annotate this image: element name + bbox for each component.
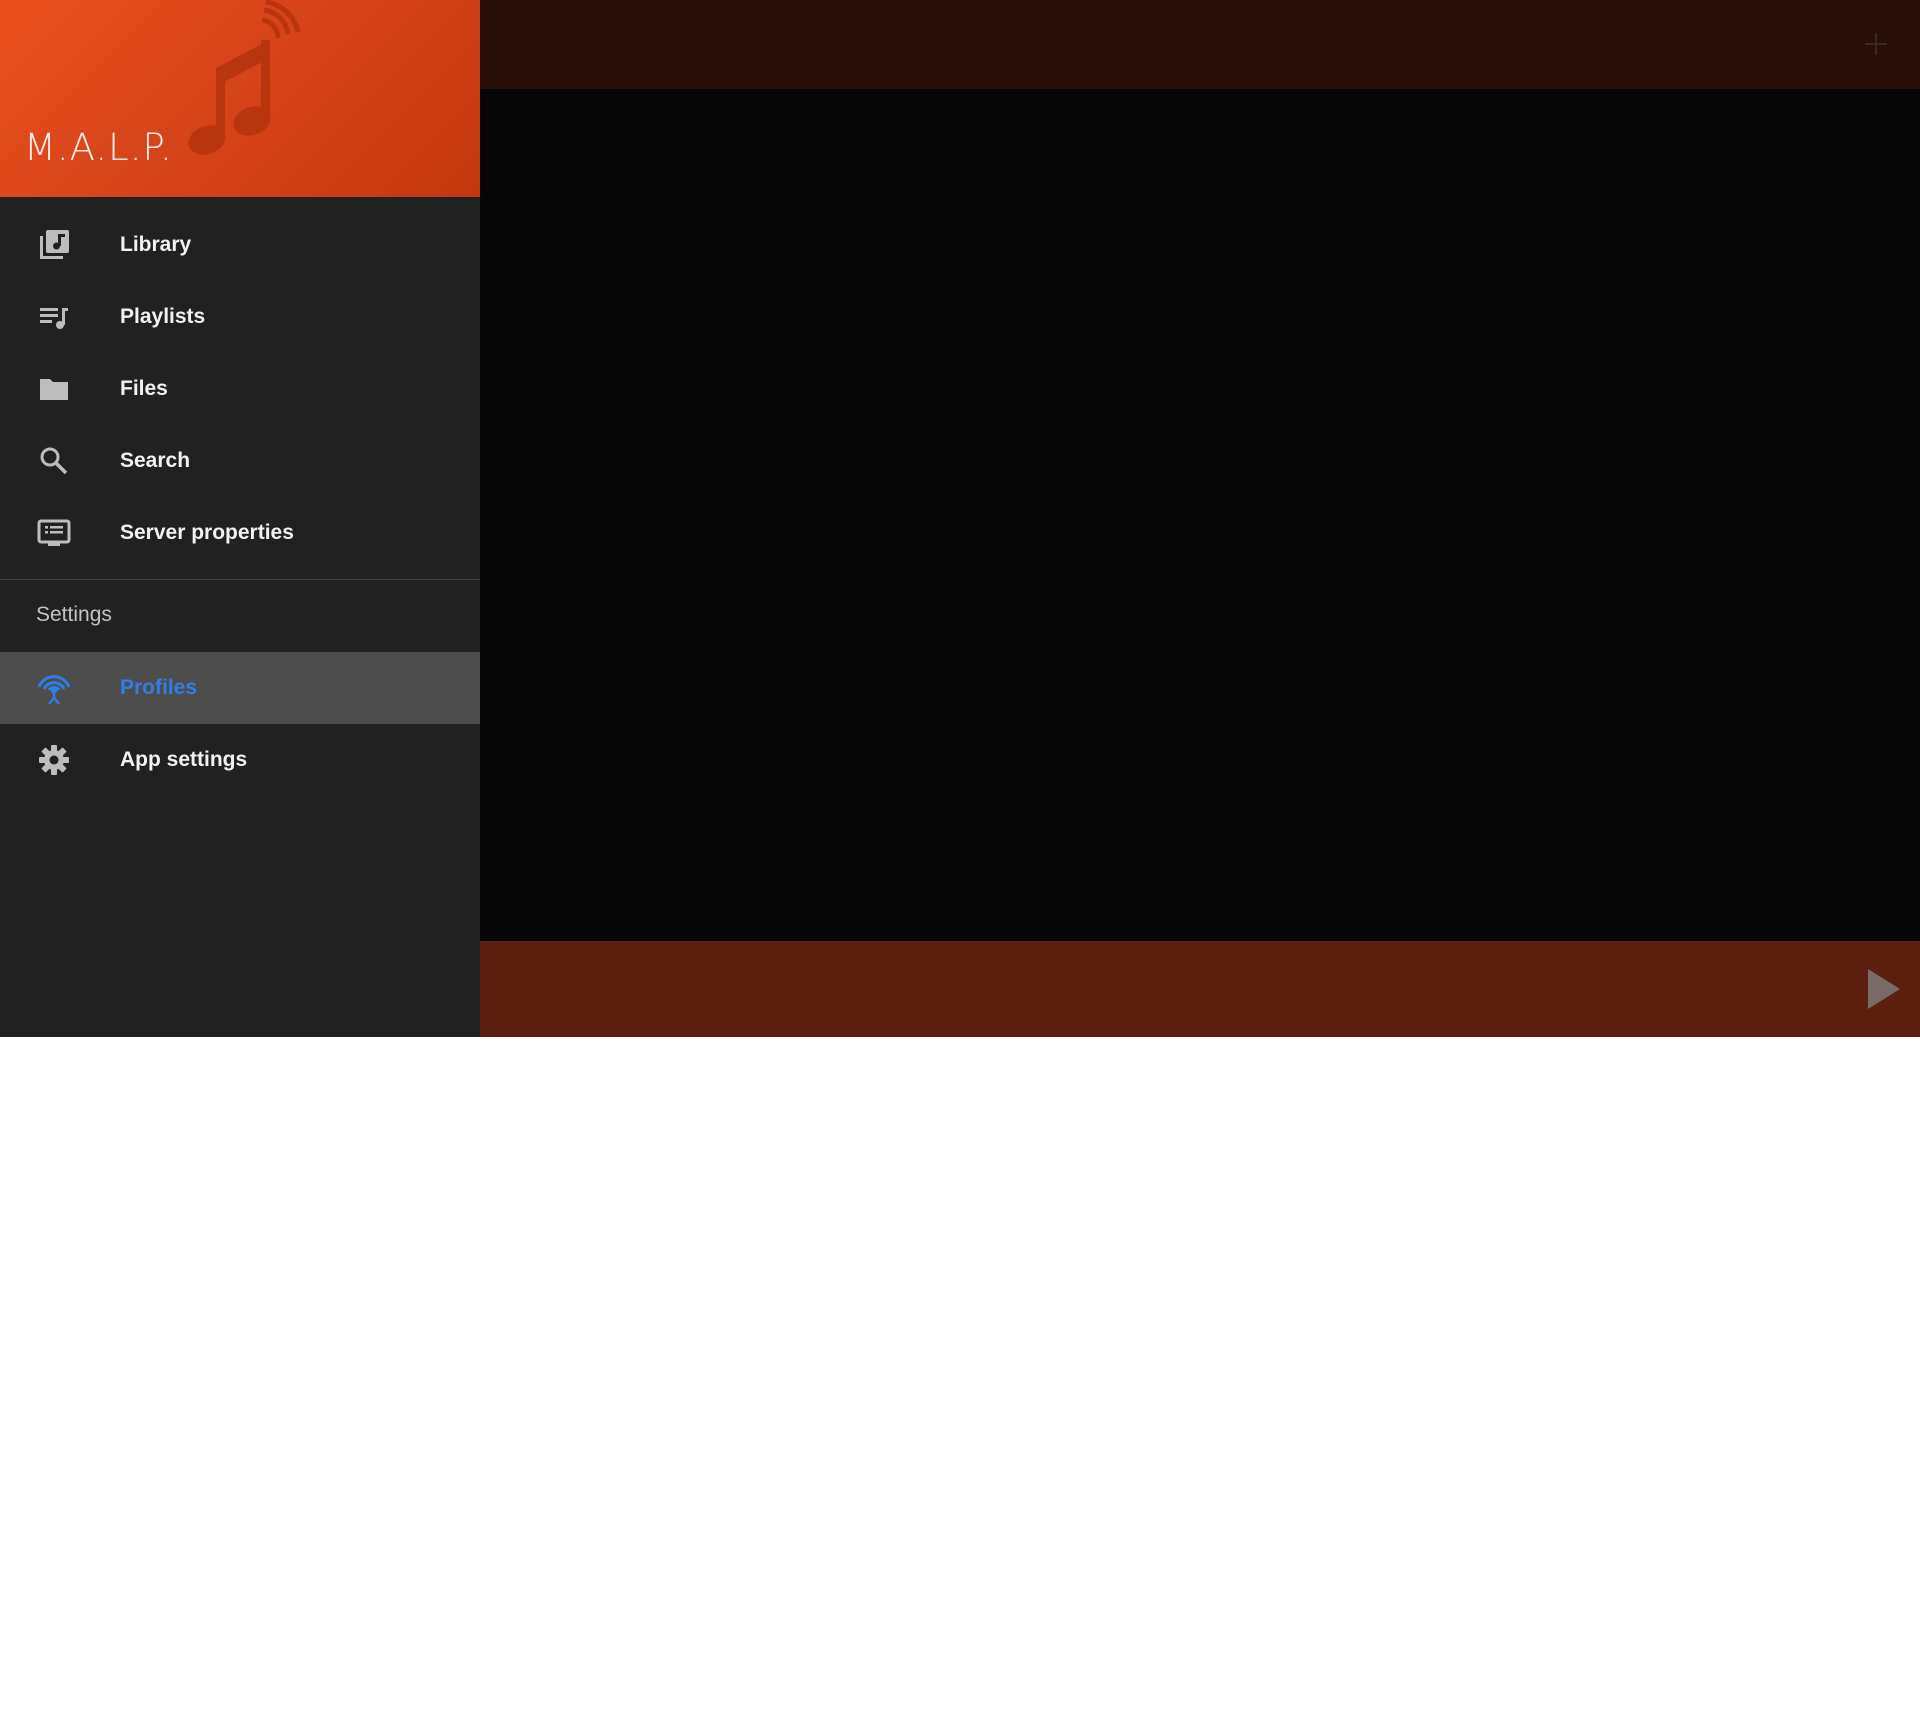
- now-playing-bar[interactable]: [480, 941, 1920, 1037]
- content-area: [480, 89, 1920, 941]
- app-title: M.A.L.P.: [24, 126, 173, 169]
- drawer-header: M.A.L.P.: [0, 0, 480, 197]
- add-icon: [1865, 33, 1887, 55]
- nav-item-profiles[interactable]: Profiles: [0, 652, 480, 724]
- queue-music-icon: [36, 299, 72, 335]
- app-window: M.A.L.P. Library Playlists Files Search …: [0, 0, 1920, 1037]
- play-icon: [1868, 969, 1900, 1009]
- navigation-drawer: M.A.L.P. Library Playlists Files Search …: [0, 0, 480, 1037]
- folder-icon: [36, 371, 72, 407]
- nav-list: Library Playlists Files Search Server pr…: [0, 197, 480, 796]
- settings-header-label: Settings: [36, 603, 112, 626]
- nav-item-files[interactable]: Files: [0, 353, 480, 425]
- nav-item-library[interactable]: Library: [0, 209, 480, 281]
- nav-label-playlists: Playlists: [120, 305, 206, 328]
- nav-item-app-settings[interactable]: App settings: [0, 724, 480, 796]
- nav-label-library: Library: [120, 233, 192, 256]
- profiles-antenna-icon: [36, 670, 72, 706]
- nav-label-app-settings: App settings: [120, 748, 248, 771]
- music-note-wireless-icon: [188, 0, 301, 155]
- nav-label-profiles: Profiles: [120, 676, 198, 699]
- play-button[interactable]: [1856, 961, 1912, 1017]
- nav-item-server-properties[interactable]: Server properties: [0, 497, 480, 569]
- nav-label-files: Files: [120, 377, 168, 400]
- server-properties-icon: [36, 515, 72, 551]
- top-app-bar: [480, 0, 1920, 89]
- gear-icon: [36, 742, 72, 778]
- nav-item-search[interactable]: Search: [0, 425, 480, 497]
- search-icon: [36, 443, 72, 479]
- library-music-icon: [36, 227, 72, 263]
- nav-label-search: Search: [120, 449, 191, 472]
- main-area: [480, 0, 1920, 1037]
- nav-item-playlists[interactable]: Playlists: [0, 281, 480, 353]
- nav-label-server-properties: Server properties: [120, 521, 294, 544]
- add-profile-button[interactable]: [1852, 20, 1900, 68]
- settings-section-header: Settings: [0, 580, 480, 652]
